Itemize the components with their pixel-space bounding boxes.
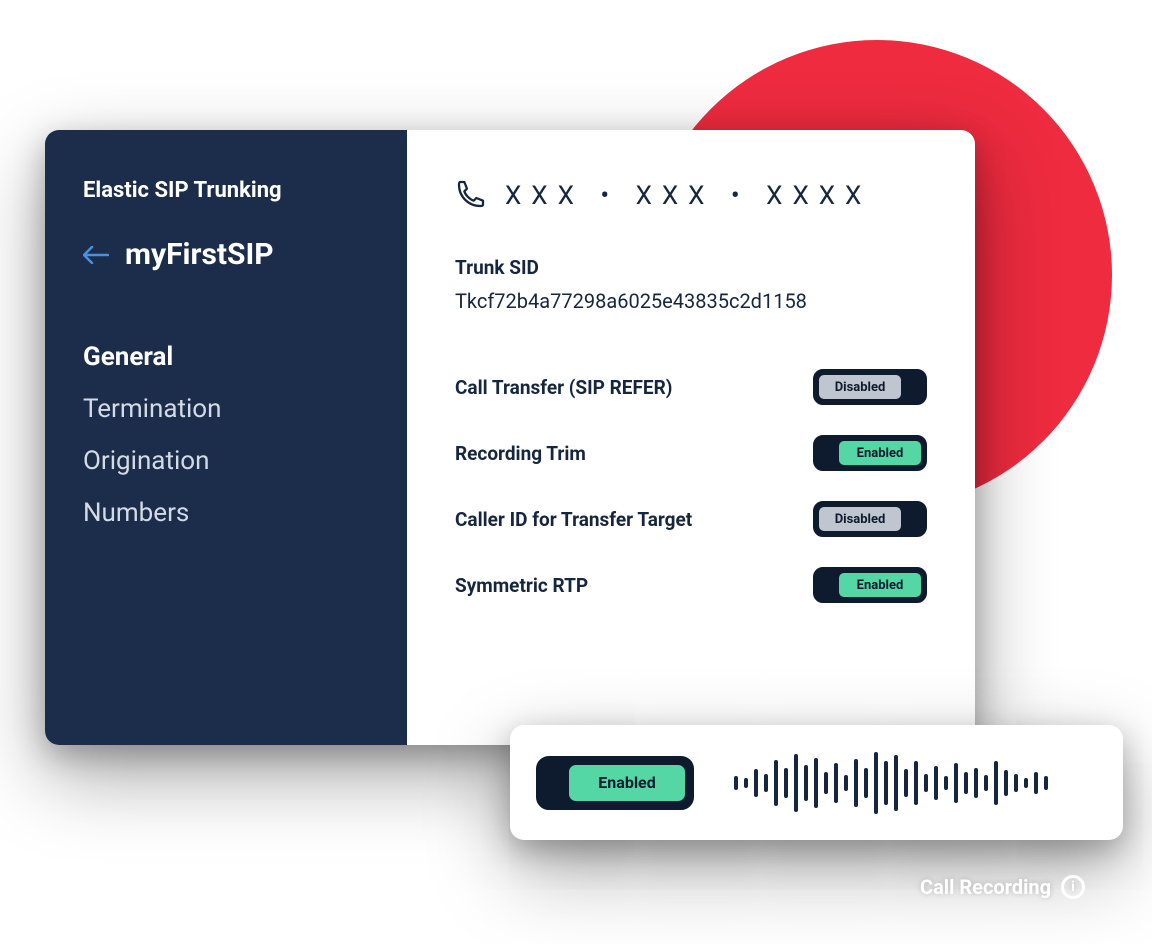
settings-list: Call Transfer (SIP REFER) Disabled Recor… — [455, 369, 927, 603]
toggle-call-recording[interactable]: Enabled — [536, 756, 694, 810]
sidebar: Elastic SIP Trunking myFirstSIP General … — [45, 130, 407, 745]
setting-label: Recording Trim — [455, 442, 586, 465]
call-recording-text: Call Recording — [920, 875, 1051, 899]
sidebar-nav: General Termination Origination Numbers — [83, 342, 369, 528]
toggle-recording-trim[interactable]: Enabled — [813, 435, 927, 471]
nav-item-numbers[interactable]: Numbers — [83, 498, 369, 528]
trunk-sid-value: Tkcf72b4a77298a6025e43835c2d1158 — [455, 289, 927, 313]
waveform-icon — [734, 747, 1048, 819]
sidebar-title: Elastic SIP Trunking — [83, 178, 369, 203]
setting-label: Caller ID for Transfer Target — [455, 508, 692, 531]
setting-label: Symmetric RTP — [455, 574, 588, 597]
toggle-call-transfer[interactable]: Disabled — [813, 369, 927, 405]
info-icon[interactable]: i — [1061, 875, 1085, 899]
toggle-pill: Enabled — [837, 571, 923, 599]
toggle-symmetric-rtp[interactable]: Enabled — [813, 567, 927, 603]
audio-card: Enabled — [510, 725, 1123, 840]
toggle-pill: Disabled — [817, 373, 903, 401]
phone-number-masked: XXX • XXX • XXXX — [505, 181, 871, 211]
setting-label: Call Transfer (SIP REFER) — [455, 376, 672, 399]
setting-row-symmetric-rtp: Symmetric RTP Enabled — [455, 567, 927, 603]
toggle-caller-id[interactable]: Disabled — [813, 501, 927, 537]
settings-card: Elastic SIP Trunking myFirstSIP General … — [45, 130, 975, 745]
nav-item-termination[interactable]: Termination — [83, 394, 369, 424]
setting-row-caller-id: Caller ID for Transfer Target Disabled — [455, 501, 927, 537]
setting-row-call-transfer: Call Transfer (SIP REFER) Disabled — [455, 369, 927, 405]
trunk-name: myFirstSIP — [125, 237, 274, 272]
toggle-pill: Enabled — [837, 439, 923, 467]
nav-item-general[interactable]: General — [83, 342, 369, 372]
phone-number-row: XXX • XXX • XXXX — [455, 178, 927, 214]
nav-item-origination[interactable]: Origination — [83, 446, 369, 476]
main-panel: XXX • XXX • XXXX Trunk SID Tkcf72b4a7729… — [407, 130, 975, 745]
toggle-pill: Disabled — [817, 505, 903, 533]
toggle-pill: Enabled — [566, 762, 688, 804]
setting-row-recording-trim: Recording Trim Enabled — [455, 435, 927, 471]
call-recording-label: Call Recording i — [920, 875, 1085, 899]
trunk-sid-label: Trunk SID — [455, 256, 927, 279]
phone-icon — [455, 178, 487, 214]
sidebar-back-row[interactable]: myFirstSIP — [83, 237, 369, 272]
back-arrow-icon[interactable] — [83, 242, 109, 268]
